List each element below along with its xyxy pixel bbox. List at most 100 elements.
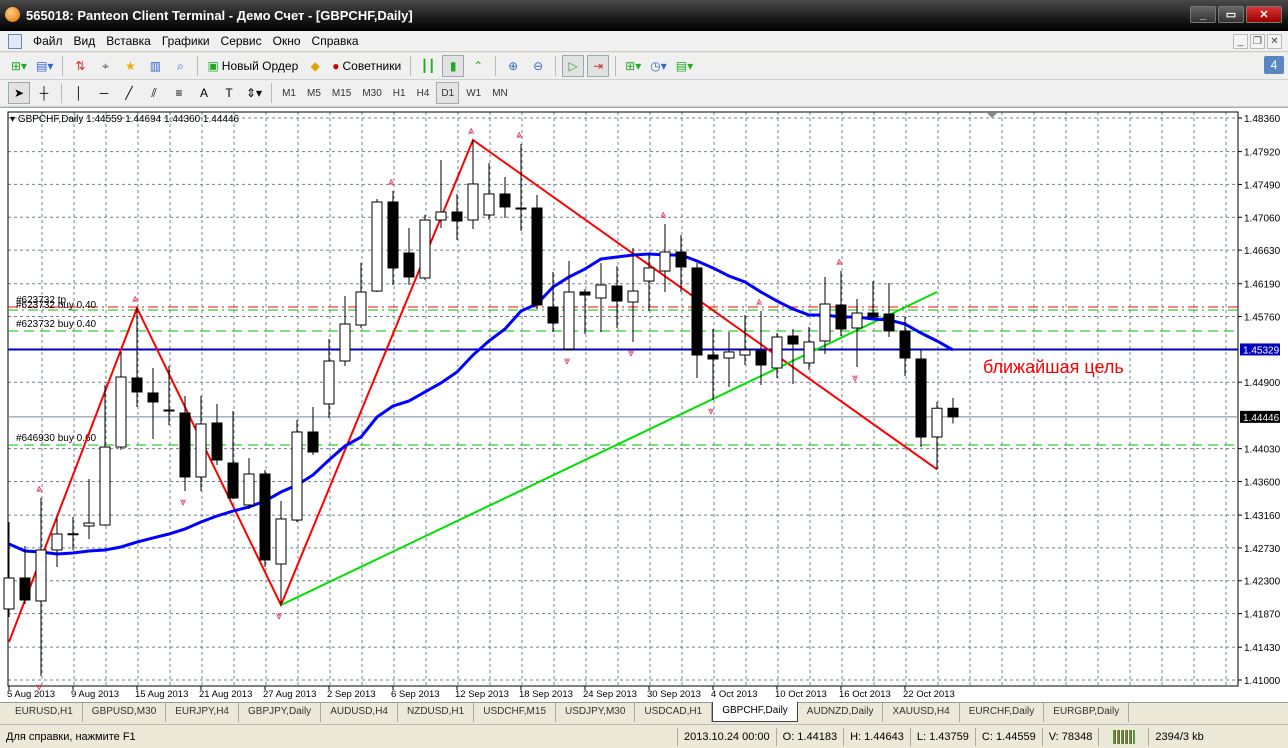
- candle-bearish: [131, 377, 143, 393]
- auto-scroll-icon[interactable]: ▷: [562, 55, 585, 77]
- status-help: Для справки, нажмите F1: [0, 727, 678, 746]
- chart-tab[interactable]: EURCHF,Daily: [960, 703, 1045, 722]
- indicators-icon[interactable]: ⊞▾: [622, 55, 644, 77]
- date-label: 5 Aug 2013: [7, 689, 55, 700]
- chart-tab[interactable]: XAUUSD,H4: [883, 703, 960, 722]
- chart-window[interactable]: #623732 tp #623732 buy 0.40 #623732 buy 0.…: [0, 107, 1288, 703]
- candle-bullish: [483, 193, 495, 216]
- crosshair-icon[interactable]: ┼: [33, 82, 55, 104]
- candle-bullish: [115, 376, 127, 448]
- notification-badge[interactable]: 4: [1264, 56, 1284, 74]
- vertical-line-icon[interactable]: │: [68, 82, 90, 104]
- strategy-tester-icon[interactable]: ⌕: [169, 55, 191, 77]
- timeframe-m15[interactable]: M15: [328, 82, 355, 104]
- menu-insert[interactable]: Вставка: [103, 34, 159, 48]
- timeframe-h4[interactable]: H4: [413, 82, 434, 104]
- bid-price-label: 1.44446: [1243, 413, 1280, 424]
- fractal-up-icon: ⩓: [660, 209, 667, 221]
- candle-bearish: [899, 330, 911, 359]
- chart-tab[interactable]: GBPUSD,M30: [83, 703, 167, 722]
- equidistant-channel-icon[interactable]: ⫽: [143, 82, 165, 104]
- candle-bullish: [355, 291, 367, 326]
- standard-toolbar: ⊞▾ ▤▾ ⇅ ⌖ ★ ▥ ⌕ ▣ Новый Ордер ◆ ● Советник…: [0, 53, 1288, 80]
- timeframe-w1[interactable]: W1: [462, 82, 485, 104]
- timeframe-m30[interactable]: M30: [358, 82, 385, 104]
- new-order-label: Новый Ордер: [221, 59, 299, 73]
- candle-bullish: [771, 336, 783, 369]
- horizontal-line-icon[interactable]: ─: [93, 82, 115, 104]
- chart-tab[interactable]: AUDUSD,H4: [321, 703, 398, 722]
- zoom-in-icon[interactable]: ⊕: [502, 55, 524, 77]
- menu-help[interactable]: Справка: [309, 34, 367, 48]
- menu-tools[interactable]: Сервис: [218, 34, 270, 48]
- date-label: 30 Sep 2013: [647, 689, 701, 700]
- toolbar-separator: [271, 83, 273, 103]
- menu-charts[interactable]: Графики: [159, 34, 218, 48]
- chart-tab[interactable]: USDCHF,M15: [474, 703, 557, 722]
- text-icon[interactable]: A: [193, 82, 215, 104]
- cursor-icon[interactable]: ➤: [8, 82, 30, 104]
- chart-tab[interactable]: USDJPY,M30: [556, 703, 636, 722]
- candlestick-chart-icon[interactable]: ▮: [442, 55, 465, 77]
- new-chart-icon[interactable]: ⊞▾: [8, 55, 30, 77]
- timeframe-d1[interactable]: D1: [436, 82, 460, 104]
- menu-view[interactable]: Вид: [71, 34, 104, 48]
- chart-tab[interactable]: EURGBP,Daily: [1044, 703, 1130, 722]
- mdi-close-button[interactable]: ✕: [1267, 34, 1282, 49]
- menu-file[interactable]: Файл: [30, 34, 71, 48]
- market-watch-icon[interactable]: ⇅: [69, 55, 91, 77]
- candle-bullish: [291, 431, 303, 521]
- mdi-minimize-button[interactable]: _: [1233, 34, 1248, 49]
- connection-indicator-icon[interactable]: [1099, 727, 1150, 746]
- profiles-icon[interactable]: ▤▾: [33, 55, 56, 77]
- chart-window-icon[interactable]: [8, 34, 22, 49]
- timeframe-m5[interactable]: M5: [303, 82, 325, 104]
- templates-icon[interactable]: ▤▾: [673, 55, 696, 77]
- maximize-button[interactable]: ▭: [1218, 6, 1244, 23]
- fibonacci-icon[interactable]: ≡: [168, 82, 190, 104]
- chart-tab[interactable]: EURUSD,H1: [6, 703, 83, 722]
- minimize-button[interactable]: _: [1190, 6, 1216, 23]
- title-bar: 565018: Panteon Client Terminal - Демо С…: [0, 0, 1288, 31]
- arrows-icon[interactable]: ⇕▾: [243, 82, 265, 104]
- status-bar: Для справки, нажмите F1 2013.10.24 00:00…: [0, 724, 1288, 748]
- chart-tab[interactable]: USDCAD,H1: [635, 703, 713, 722]
- bar-chart-icon[interactable]: ┃┃: [417, 55, 439, 77]
- fractal-up-icon: ⩓: [388, 176, 395, 188]
- chart-tab[interactable]: EURJPY,H4: [166, 703, 239, 722]
- timeframe-mn[interactable]: MN: [488, 82, 512, 104]
- timeframe-h1[interactable]: H1: [389, 82, 410, 104]
- candle-bullish: [819, 303, 831, 342]
- trendline-icon[interactable]: ╱: [118, 82, 140, 104]
- candle-bearish: [163, 409, 175, 412]
- alert-icon[interactable]: ◆: [304, 55, 326, 77]
- periods-icon[interactable]: ◷▾: [647, 55, 670, 77]
- candle-bullish: [851, 312, 863, 329]
- chart-tab[interactable]: GBPCHF,Daily: [712, 702, 798, 722]
- experts-button[interactable]: ● Советники: [329, 55, 404, 77]
- chart-tab[interactable]: AUDNZD,Daily: [798, 703, 884, 722]
- new-order-button[interactable]: ▣ Новый Ордер: [204, 55, 301, 77]
- price-chart[interactable]: #623732 tp#623732 buy 0.40#623732 buy 0.…: [0, 108, 1288, 703]
- text-label-icon[interactable]: T: [218, 82, 240, 104]
- line-studies-toolbar: ➤ ┼ │ ─ ╱ ⫽ ≡ A T ⇕▾ M1 M5 M15 M30 H1 H4…: [0, 80, 1288, 107]
- candle-bearish: [403, 252, 415, 278]
- chart-tab[interactable]: NZDUSD,H1: [398, 703, 475, 722]
- menu-window[interactable]: Окно: [270, 34, 309, 48]
- app-icon: [5, 7, 20, 22]
- favorites-icon[interactable]: ★: [119, 55, 141, 77]
- crosshair-navigator-icon[interactable]: ⌖: [94, 55, 116, 77]
- timeframe-m1[interactable]: M1: [278, 82, 300, 104]
- collapse-icon: ▾: [10, 114, 18, 125]
- close-button[interactable]: ✕: [1246, 6, 1282, 23]
- chart-shift-icon[interactable]: ⇥: [587, 55, 610, 77]
- zoom-out-icon[interactable]: ⊖: [527, 55, 549, 77]
- date-label: 16 Oct 2013: [839, 689, 891, 700]
- terminal-icon[interactable]: ▥: [144, 55, 166, 77]
- chart-tab[interactable]: GBPJPY,Daily: [239, 703, 322, 722]
- line-chart-icon[interactable]: ⌃: [467, 55, 489, 77]
- fractal-down-icon: ⩔: [628, 347, 634, 359]
- candle-bullish: [627, 290, 639, 303]
- candle-bullish: [339, 323, 351, 362]
- mdi-restore-button[interactable]: ❐: [1250, 34, 1265, 49]
